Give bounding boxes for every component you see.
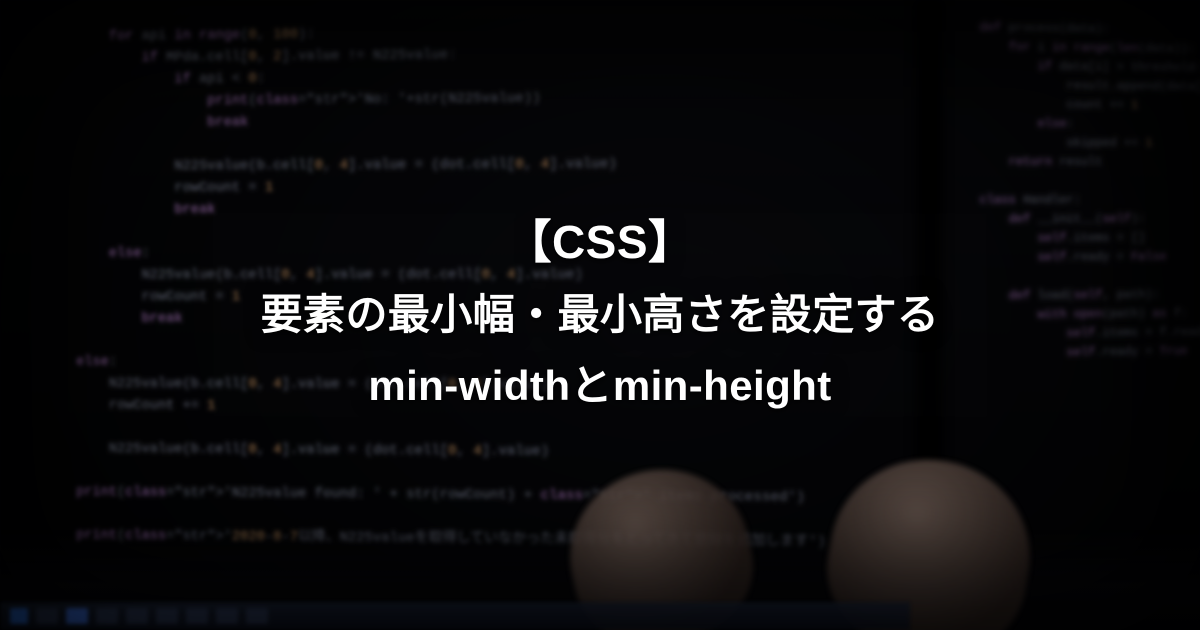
title-overlay: 【CSS】 要素の最小幅・最小高さを設定する min-widthとmin-hei… [0, 0, 1200, 630]
title-line-1: 【CSS】 [506, 213, 695, 273]
title-line-3: min-widthとmin-height [368, 354, 831, 417]
title-line-2: 要素の最小幅・最小高さを設定する [261, 283, 940, 346]
